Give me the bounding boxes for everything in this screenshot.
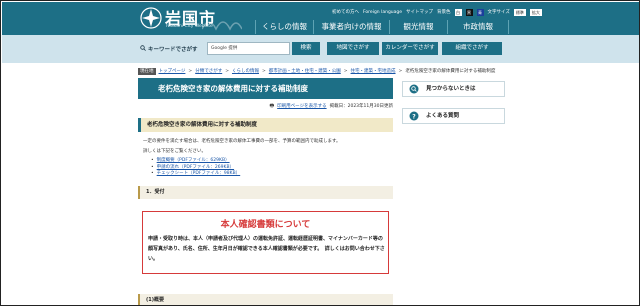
breadcrumb-top[interactable]: トップページ (159, 68, 186, 74)
sitemap-link[interactable]: サイトマップ (406, 9, 433, 15)
search-icon (140, 45, 146, 51)
bg-black-button[interactable]: 黒 (465, 8, 473, 16)
font-size-label: 文字サイズ (487, 10, 510, 15)
sidebar-item-not-found[interactable]: 見つからないときは (402, 81, 505, 97)
nav-business[interactable]: 事業者向けの情報 (313, 20, 389, 34)
utility-bar: 初めての方へ Foreign language サイトマップ 背景色 白 黒 青… (332, 8, 542, 16)
bg-color-label: 背景色 (437, 10, 451, 15)
sidebar-item-label: よくある質問 (426, 113, 460, 119)
keyword-search-label: キーワードでさがす (148, 47, 198, 53)
nav-living[interactable]: くらしの情報 (255, 20, 313, 34)
notice-title: 本人確認書類について (220, 220, 311, 230)
main-nav: くらしの情報 事業者向けの情報 観光情報 市政情報 (255, 20, 509, 34)
question-icon: ? (409, 111, 419, 121)
nav-city-admin[interactable]: 市政情報 (447, 20, 509, 34)
breadcrumb: 現在地 トップページ > 分類でさがす > くらしの情報 > 都市計画・土地・住宅・建… (138, 67, 496, 75)
page-frame: 岩国市 Iwakuni City Website 初めての方へ Foreign … (0, 0, 640, 306)
font-standard-button[interactable]: 標準 (513, 8, 526, 16)
breadcrumb-housing[interactable]: 住宅・建築・宅地造成 (351, 68, 396, 74)
print-page-link[interactable]: 印刷用ページを表示する (277, 103, 326, 111)
file-list: 制度概要（PDFファイル：629KB） 申請の流れ（PDFファイル：269KB）… (151, 158, 241, 178)
search-bar: キーワードでさがす Google 提供 検索 地図でさがす カレンダーでさがす … (2, 35, 639, 63)
bg-white-button[interactable]: 白 (454, 8, 462, 16)
section-heading: 老朽危険空き家の解体費用に対する補助制度 (138, 118, 393, 132)
search-button[interactable]: 検索 (292, 42, 320, 55)
map-search-button[interactable]: 地図でさがす (327, 42, 379, 55)
intro-text: 一定の要件を満たす場合は、老朽危険空き家の解体工事費の一部を、予算の範囲内で助成… (143, 139, 341, 144)
print-row: 🖶 印刷用ページを表示する 掲載日：2023年11月30日更新 (138, 103, 393, 111)
printer-icon: 🖶 (269, 103, 275, 109)
notice-body: 申請・受取り時は、本人（申請者及び代理人）の運転免許証、運転経歴証明書、マイナン… (148, 236, 385, 262)
file-link-overview[interactable]: 制度概要（PDFファイル：629KB） (151, 158, 240, 165)
font-large-button[interactable]: 拡大 (529, 8, 542, 16)
sidebar-item-label: 見つからないときは (426, 86, 476, 92)
step1-heading: 1．受付 (138, 186, 393, 199)
breadcrumb-current: 老朽危険空き家の解体費用に対する補助制度 (405, 69, 496, 74)
first-visit-link[interactable]: 初めての方へ (332, 9, 359, 15)
breadcrumb-urban-planning[interactable]: 都市計画・土地・住宅・建築・公園 (269, 68, 341, 74)
calendar-search-button[interactable]: カレンダーでさがす (382, 42, 438, 55)
org-search-button[interactable]: 組織でさがす (442, 42, 502, 55)
svg-text:?: ? (412, 113, 416, 120)
details-note: 詳しくは下記をご覧ください。 (143, 149, 206, 154)
breadcrumb-here-label: 現在地 (138, 67, 156, 75)
page-title: 老朽危険空き家の解体費用に対する補助制度 (138, 78, 393, 99)
kintai-bridge-icon (202, 21, 242, 31)
breadcrumb-category[interactable]: 分類でさがす (195, 68, 222, 74)
overview-subheading: (1)概要 (138, 294, 393, 305)
city-emblem-icon[interactable] (140, 7, 162, 29)
sidebar-item-faq[interactable]: ? よくある質問 (402, 108, 505, 124)
posted-date: 掲載日：2023年11月30日更新 (329, 104, 393, 109)
bg-blue-button[interactable]: 青 (476, 8, 484, 16)
magnifier-icon (409, 84, 419, 94)
breadcrumb-living[interactable]: くらしの情報 (232, 68, 259, 74)
foreign-language-link[interactable]: Foreign language (363, 10, 402, 15)
id-notice-box: 本人確認書類について 申請・受取り時は、本人（申請者及び代理人）の運転免許証、運… (142, 211, 389, 274)
keyword-search-input[interactable]: Google 提供 (207, 42, 290, 55)
nav-tourism[interactable]: 観光情報 (389, 20, 447, 34)
site-header: 岩国市 Iwakuni City Website 初めての方へ Foreign … (2, 2, 639, 35)
file-link-checksheet[interactable]: チェックシート（PDFファイル：98KB） (151, 171, 241, 178)
